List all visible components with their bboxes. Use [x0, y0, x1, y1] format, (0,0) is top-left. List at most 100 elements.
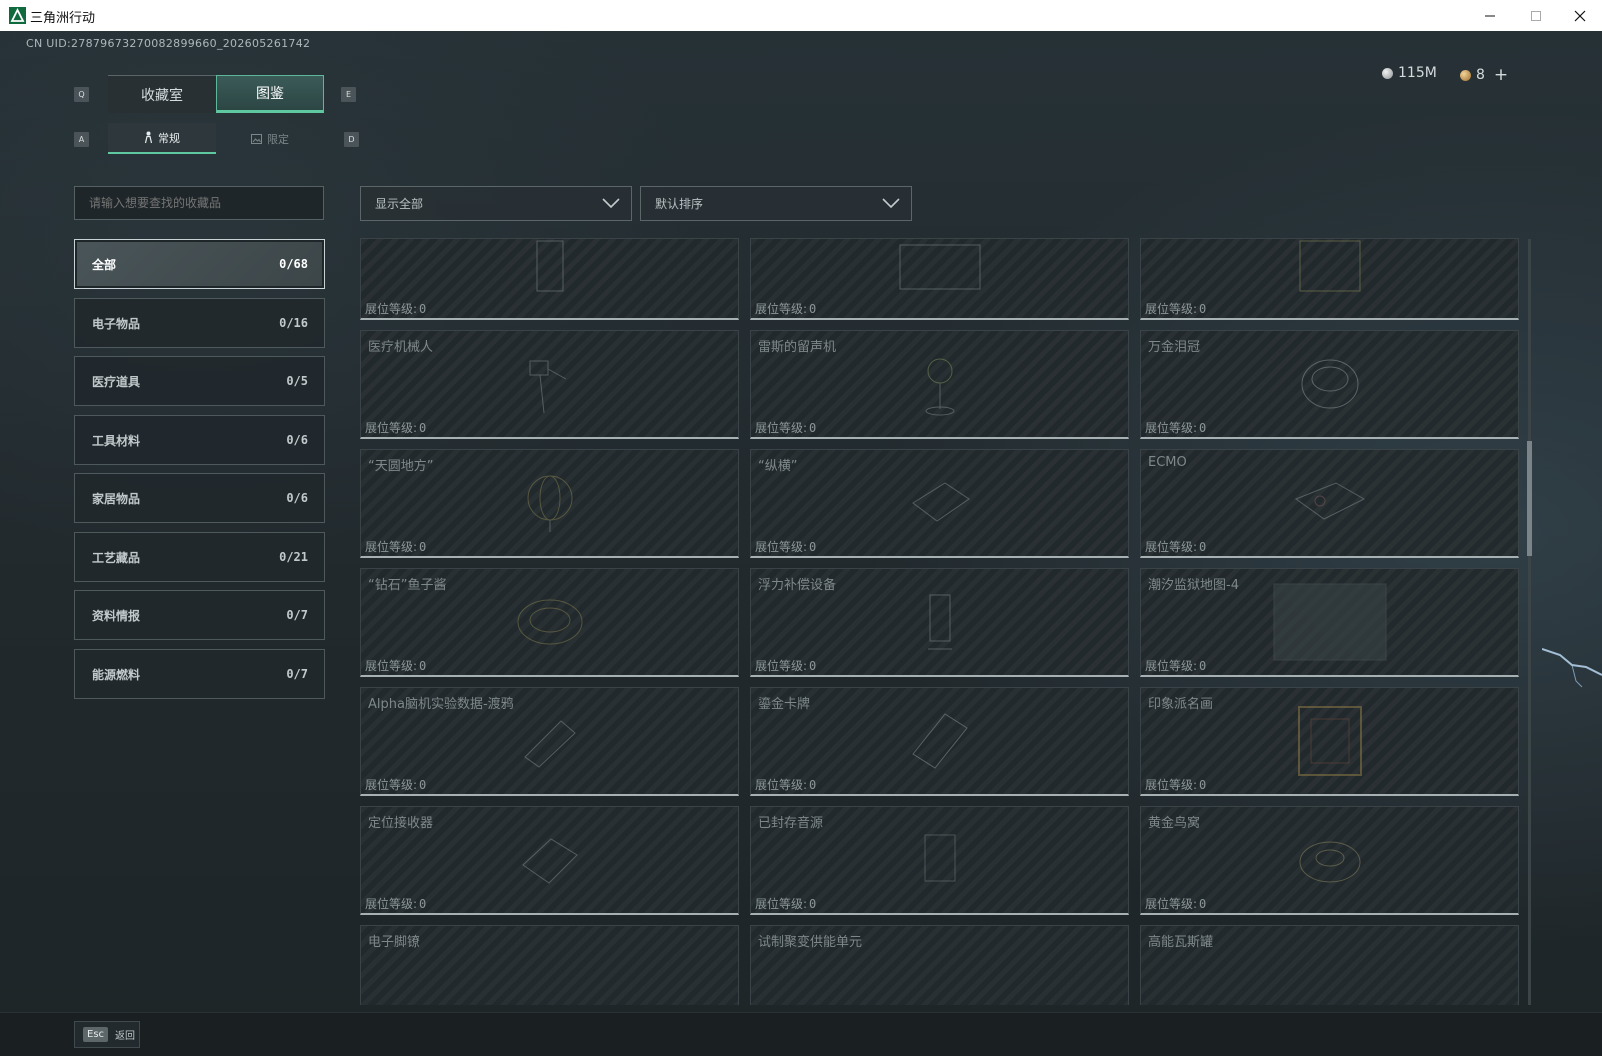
item-level: 展位等级: 0 — [1145, 421, 1207, 435]
sort-dropdown[interactable]: 默认排序 — [640, 186, 912, 221]
item-level: 展位等级: 0 — [755, 421, 817, 435]
collection-item-card[interactable]: 定位接收器 展位等级: 0 — [360, 806, 739, 915]
item-name: 印象派名画 — [1148, 697, 1214, 712]
tab-codex[interactable]: 图鉴 — [216, 75, 324, 113]
collection-item-card[interactable]: 浮力补偿设备 展位等级: 0 — [750, 568, 1129, 677]
category-household[interactable]: 家居物品 0/6 — [74, 473, 325, 523]
item-silhouette-icon — [899, 244, 980, 290]
next-subtab-key-hint[interactable]: D — [344, 132, 359, 147]
card-icon — [911, 713, 968, 769]
robot-icon — [529, 360, 566, 414]
maximize-button[interactable] — [1514, 0, 1558, 31]
category-count: 0/6 — [286, 433, 308, 447]
collection-item-card[interactable]: 已封存音源 展位等级: 0 — [750, 806, 1129, 915]
prev-subtab-key-hint[interactable]: A — [74, 132, 89, 147]
collection-item-card[interactable]: 电子脚镣 — [360, 925, 739, 1005]
chevron-down-icon — [882, 198, 900, 209]
prev-tab-key-hint[interactable]: Q — [74, 87, 89, 102]
item-name: 雷斯的留声机 — [758, 340, 837, 355]
collection-item-card[interactable]: ECMO 展位等级: 0 — [1140, 449, 1519, 558]
collection-item-card[interactable]: 医疗机械人 展位等级: 0 — [360, 330, 739, 439]
collection-item-card[interactable]: 展位等级: 0 — [360, 238, 739, 320]
category-count: 0/16 — [279, 316, 308, 330]
collection-item-card[interactable]: 高能瓦斯罐 — [1140, 925, 1519, 1005]
item-level: 展位等级: 0 — [365, 778, 427, 792]
gold-coin-icon — [1460, 69, 1471, 81]
item-silhouette-icon — [536, 240, 563, 292]
item-level: 展位等级: 0 — [755, 659, 817, 673]
collection-item-card[interactable]: 展位等级: 0 — [750, 238, 1129, 320]
category-count: 0/7 — [286, 667, 308, 681]
player-uid: CN UID:27879673270082899660_202605261742 — [26, 37, 311, 50]
chevron-down-icon — [602, 198, 620, 209]
currency-gold-value: 8 — [1476, 67, 1485, 83]
subtab-regular[interactable]: 常规 — [108, 123, 216, 154]
globe-icon — [527, 475, 572, 532]
category-energy[interactable]: 能源燃料 0/7 — [74, 649, 325, 699]
item-level: 展位等级: 0 — [365, 897, 427, 911]
currency-gold: 8 + — [1460, 65, 1508, 85]
category-count: 0/5 — [286, 374, 308, 388]
close-icon — [1574, 10, 1586, 21]
minimize-button[interactable] — [1468, 0, 1512, 31]
category-label: 家居物品 — [92, 491, 141, 506]
person-icon — [144, 131, 153, 144]
buoyancy-device-icon — [927, 594, 952, 650]
image-icon — [251, 133, 262, 144]
item-name: 浮力补偿设备 — [758, 578, 837, 593]
category-label: 工艺藏品 — [92, 550, 141, 565]
category-label: 资料情报 — [92, 608, 141, 623]
item-name: 医疗机械人 — [368, 340, 434, 355]
subtab-limited-label: 限定 — [267, 132, 289, 146]
next-tab-key-hint[interactable]: E — [341, 87, 356, 102]
collection-item-card[interactable]: 展位等级: 0 — [1140, 238, 1519, 320]
grid-scrollbar-thumb[interactable] — [1527, 441, 1532, 556]
collection-item-card[interactable]: 万金泪冠 展位等级: 0 — [1140, 330, 1519, 439]
collection-item-card[interactable]: 印象派名画 展位等级: 0 — [1140, 687, 1519, 796]
collection-item-card[interactable]: “纵横” 展位等级: 0 — [750, 449, 1129, 558]
item-name: 电子脚镣 — [368, 935, 421, 950]
item-name: 鎏金卡牌 — [758, 697, 811, 712]
collection-item-card[interactable]: 雷斯的留声机 展位等级: 0 — [750, 330, 1129, 439]
add-currency-button[interactable]: + — [1494, 65, 1508, 85]
item-name: 潮汐监狱地图-4 — [1148, 578, 1239, 593]
silver-coin-icon — [1382, 67, 1393, 79]
category-medical[interactable]: 医疗道具 0/5 — [74, 356, 325, 406]
minimize-icon — [1485, 15, 1495, 16]
category-count: 0/6 — [286, 491, 308, 505]
subtab-limited[interactable]: 限定 — [216, 123, 324, 154]
category-crafts[interactable]: 工艺藏品 0/21 — [74, 532, 325, 582]
collection-item-card[interactable]: 潮汐监狱地图-4 展位等级: 0 — [1140, 568, 1519, 677]
back-button[interactable]: Esc 返回 — [74, 1021, 140, 1048]
category-intel[interactable]: 资料情报 0/7 — [74, 590, 325, 640]
item-name: 已封存音源 — [758, 816, 824, 831]
esc-key-hint: Esc — [83, 1027, 109, 1042]
category-label: 全部 — [92, 257, 117, 272]
tab-collection-room[interactable]: 收藏室 — [108, 75, 216, 113]
close-button[interactable] — [1558, 0, 1602, 31]
item-level: 展位等级: 0 — [755, 540, 817, 554]
grid-scrollbar-track[interactable] — [1528, 239, 1531, 1005]
item-level: 展位等级: 0 — [1145, 659, 1207, 673]
category-count: 0/7 — [286, 608, 308, 622]
filter-show-dropdown[interactable]: 显示全部 — [360, 186, 632, 221]
category-all[interactable]: 全部 0/68 — [74, 239, 325, 289]
category-count: 0/68 — [279, 257, 308, 271]
category-electronics[interactable]: 电子物品 0/16 — [74, 298, 325, 348]
item-level: 展位等级: 0 — [365, 421, 427, 435]
collection-item-card[interactable]: 试制聚变供能单元 — [750, 925, 1129, 1005]
currency-silver-value: 115M — [1398, 65, 1437, 81]
caviar-tin-icon — [517, 599, 582, 645]
item-name: 定位接收器 — [368, 816, 434, 831]
category-tools[interactable]: 工具材料 0/6 — [74, 415, 325, 465]
collection-item-card[interactable]: “钻石”鱼子酱 展位等级: 0 — [360, 568, 739, 677]
collection-item-card[interactable]: 鎏金卡牌 展位等级: 0 — [750, 687, 1129, 796]
maximize-icon — [1531, 10, 1541, 21]
collection-item-card[interactable]: Alpha脑机实验数据-渡鸦 展位等级: 0 — [360, 687, 739, 796]
collection-item-card[interactable]: “天圆地方” 展位等级: 0 — [360, 449, 739, 558]
collection-item-card[interactable]: 黄金鸟窝 展位等级: 0 — [1140, 806, 1519, 915]
collection-search-input[interactable] — [74, 186, 324, 220]
sound-source-icon — [924, 834, 955, 882]
map-icon — [1273, 583, 1386, 661]
collection-screen: CN UID:27879673270082899660_202605261742… — [0, 31, 1602, 1056]
